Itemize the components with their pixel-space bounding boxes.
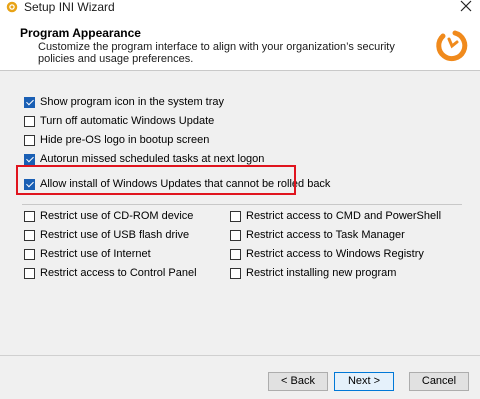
close-icon[interactable]: [458, 0, 474, 14]
page-title: Program Appearance: [20, 26, 141, 40]
back-button[interactable]: < Back: [268, 372, 328, 391]
option-restrict-task-manager[interactable]: Restrict access to Task Manager: [230, 228, 405, 242]
checkbox[interactable]: [24, 248, 35, 260]
window-title: Setup INI Wizard: [24, 0, 115, 14]
option-restrict-new-programs[interactable]: Restrict installing new program: [230, 266, 396, 280]
checkbox[interactable]: [230, 267, 241, 279]
checkbox[interactable]: [230, 210, 241, 222]
highlight-box: [16, 165, 296, 195]
checkbox[interactable]: [230, 229, 241, 241]
option-turn-off-windows-update[interactable]: Turn off automatic Windows Update: [24, 114, 214, 128]
checkbox[interactable]: [24, 96, 35, 108]
options-panel: Show program icon in the system tray Tur…: [0, 71, 480, 355]
checkbox[interactable]: [24, 134, 35, 146]
option-show-tray-icon[interactable]: Show program icon in the system tray: [24, 95, 224, 109]
wizard-header: Program Appearance Customize the program…: [0, 16, 480, 71]
title-bar: Setup INI Wizard: [0, 0, 480, 16]
checkbox[interactable]: [230, 248, 241, 260]
wizard-footer: < Back Next > Cancel: [0, 355, 480, 399]
option-restrict-usb[interactable]: Restrict use of USB flash drive: [24, 228, 189, 242]
option-restrict-registry[interactable]: Restrict access to Windows Registry: [230, 247, 424, 261]
checkbox[interactable]: [24, 115, 35, 127]
option-hide-preos-logo[interactable]: Hide pre-OS logo in bootup screen: [24, 133, 209, 147]
checkbox[interactable]: [24, 229, 35, 241]
checkbox[interactable]: [24, 210, 35, 222]
next-button[interactable]: Next >: [334, 372, 394, 391]
option-restrict-cmd-powershell[interactable]: Restrict access to CMD and PowerShell: [230, 209, 441, 223]
page-subtitle: Customize the program interface to align…: [38, 41, 395, 65]
option-autorun-missed-tasks[interactable]: Autorun missed scheduled tasks at next l…: [24, 152, 264, 166]
cancel-button[interactable]: Cancel: [409, 372, 469, 391]
checkbox[interactable]: [24, 267, 35, 279]
option-restrict-control-panel[interactable]: Restrict access to Control Panel: [24, 266, 197, 280]
option-restrict-internet[interactable]: Restrict use of Internet: [24, 247, 151, 261]
restore-logo-icon: [436, 30, 468, 62]
checkbox[interactable]: [24, 153, 35, 165]
app-gear-icon: [6, 1, 18, 13]
option-restrict-cdrom[interactable]: Restrict use of CD-ROM device: [24, 209, 193, 223]
divider: [22, 204, 462, 205]
